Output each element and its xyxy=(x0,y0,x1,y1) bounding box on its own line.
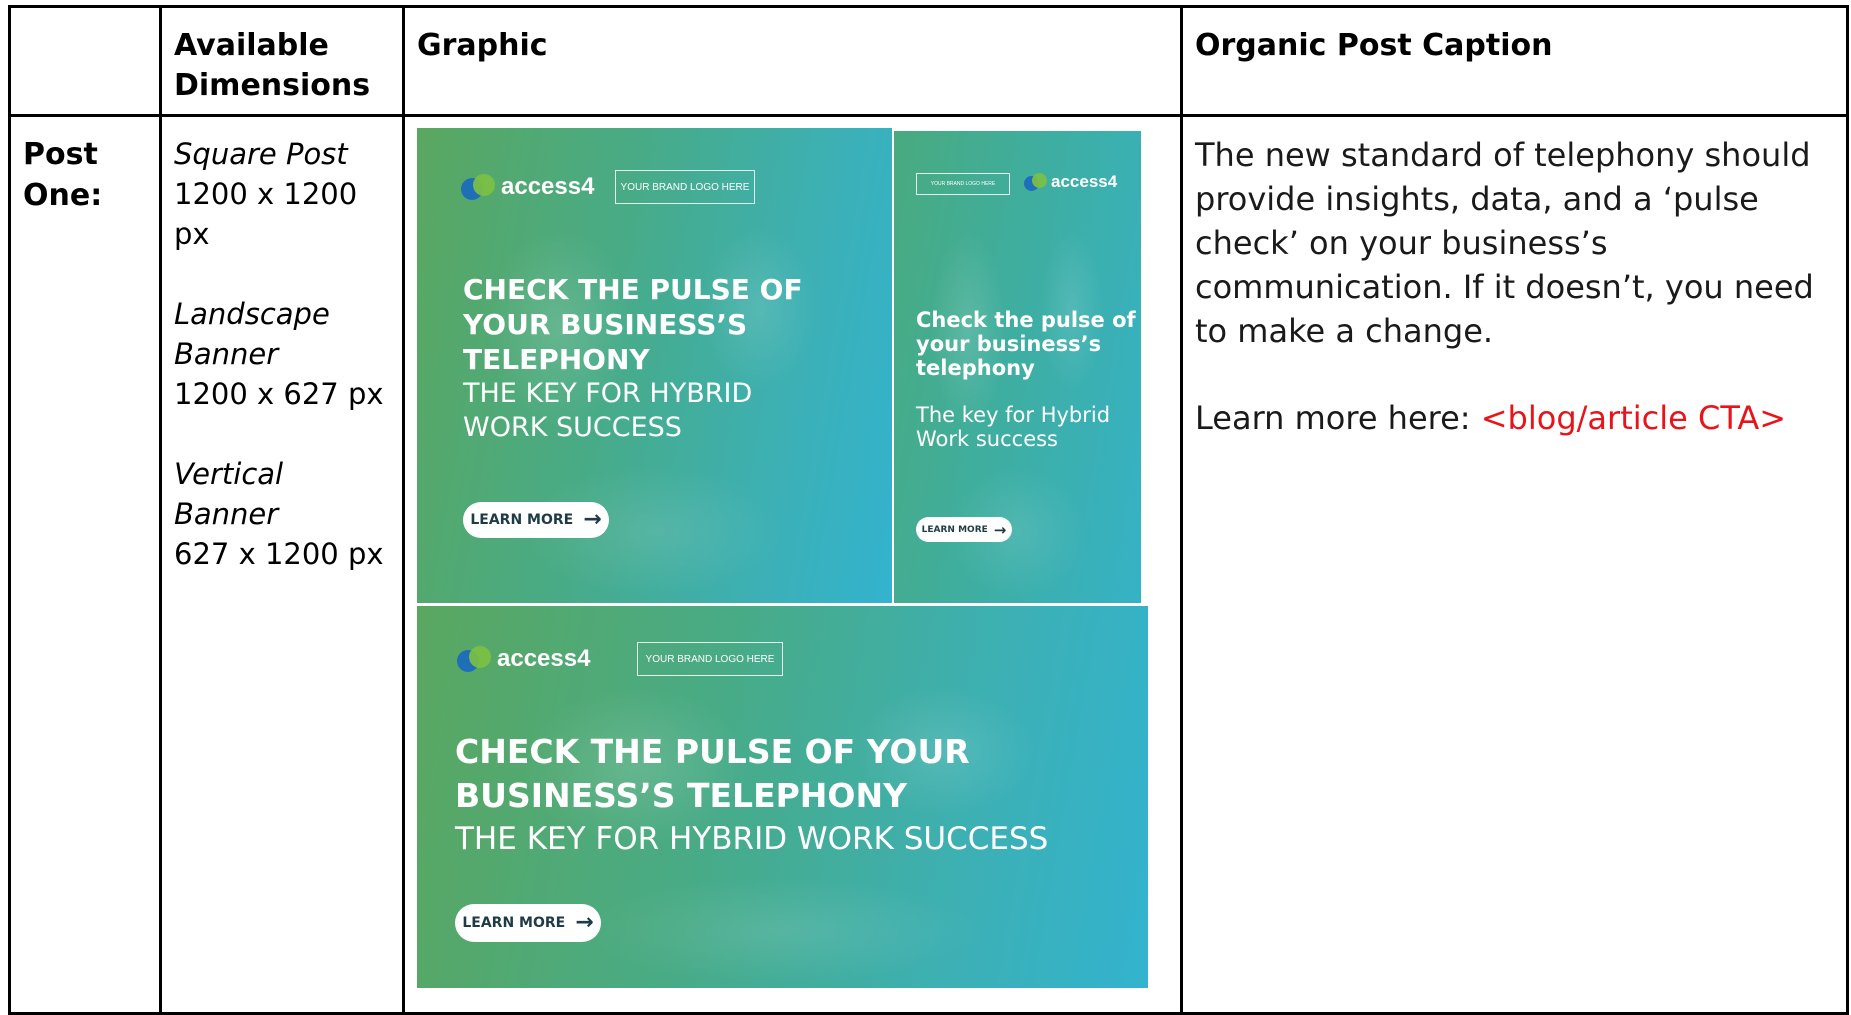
post-table: Available Dimensions Graphic Organic Pos… xyxy=(8,5,1849,1015)
vertical-learn-more-label: LEARN MORE xyxy=(921,524,988,535)
square-post-label: Square Post xyxy=(174,137,348,171)
dimensions-cell: Square Post 1200 x 1200 px Landscape Ban… xyxy=(159,114,405,1015)
square-headline-line1: CHECK THE PULSE OF xyxy=(463,273,803,306)
square-headline: CHECK THE PULSE OF YOUR BUSINESS’S TELEP… xyxy=(463,272,883,377)
caption-cell: The new standard of telephony should pro… xyxy=(1180,114,1849,1015)
learn-more-prefix: Learn more here: xyxy=(1195,399,1481,437)
header-row: Available Dimensions Graphic Organic Pos… xyxy=(8,5,1849,117)
vertical-headline: Check the pulse of your business’s telep… xyxy=(916,308,1136,380)
landscape-logo-text: access4 xyxy=(497,645,591,672)
square-post-graphic: access4 YOUR BRAND LOGO HERE CHECK THE P… xyxy=(417,128,892,603)
vertical-sub-line1: The key for Hybrid xyxy=(916,403,1111,427)
header-caption: Organic Post Caption xyxy=(1180,5,1849,117)
vertical-logo-text: access4 xyxy=(1051,172,1118,191)
vertical-banner-label: Vertical Banner xyxy=(174,457,284,531)
vertical-sub-line2: Work success xyxy=(916,427,1058,451)
row-label-line1: Post xyxy=(23,137,98,172)
graphic-cell: access4 YOUR BRAND LOGO HERE CHECK THE P… xyxy=(402,114,1183,1015)
landscape-subheadline: THE KEY FOR HYBRID WORK SUCCESS xyxy=(455,819,1145,859)
landscape-brand-logo-box: YOUR BRAND LOGO HERE xyxy=(637,642,783,676)
square-headline-line2: YOUR BUSINESS’S xyxy=(463,308,748,341)
header-dimensions: Available Dimensions xyxy=(159,5,405,117)
landscape-access4-logo: access4 xyxy=(457,644,590,674)
row-label-line2: One: xyxy=(23,178,103,213)
square-sub-line2: WORK SUCCESS xyxy=(463,412,682,443)
landscape-headline-line2: BUSINESS’S TELEPHONY xyxy=(455,776,907,815)
vertical-headline-line1: Check the pulse of xyxy=(916,308,1136,332)
square-sub-line1: THE KEY FOR HYBRID xyxy=(463,378,753,409)
row-label-cell: Post One: xyxy=(8,114,162,1015)
arrow-right-icon: → xyxy=(993,520,1007,539)
vertical-banner-graphic: YOUR BRAND LOGO HERE access4 Check the p… xyxy=(894,131,1141,603)
header-dimensions-line1: Available xyxy=(174,28,329,63)
header-empty-cell xyxy=(8,5,162,117)
landscape-learn-more-button[interactable]: LEARN MORE → xyxy=(455,904,601,942)
square-brand-logo-box: YOUR BRAND LOGO HERE xyxy=(615,170,755,204)
arrow-right-icon: → xyxy=(575,910,594,935)
post-one-row: Post One: Square Post 1200 x 1200 px Lan… xyxy=(8,114,1849,1015)
square-learn-more-button[interactable]: LEARN MORE → xyxy=(463,502,609,538)
vertical-headline-line3: telephony xyxy=(916,356,1035,380)
header-dimensions-line2: Dimensions xyxy=(174,68,371,103)
square-logo-text: access4 xyxy=(501,173,595,200)
vertical-headline-line2: your business’s xyxy=(916,332,1102,356)
landscape-size: 1200 x 627 px xyxy=(174,377,384,411)
access4-logo-mark-icon xyxy=(457,646,493,672)
learn-more-line: Learn more here: <blog/article CTA> xyxy=(1195,396,1834,440)
vertical-banner-size: 627 x 1200 px xyxy=(174,537,384,571)
blog-article-cta-link[interactable]: <blog/article CTA> xyxy=(1481,399,1786,437)
arrow-right-icon: → xyxy=(583,507,602,532)
vertical-access4-logo: access4 xyxy=(1024,171,1117,193)
square-post-size: 1200 x 1200 px xyxy=(174,177,358,251)
access4-logo-mark-icon xyxy=(1024,173,1048,191)
access4-logo-mark-icon xyxy=(461,174,497,200)
caption-paragraph: The new standard of telephony should pro… xyxy=(1195,136,1814,350)
landscape-label-line1: Landscape xyxy=(174,297,330,331)
landscape-learn-more-label: LEARN MORE xyxy=(462,915,566,931)
landscape-sub-line1: THE KEY FOR HYBRID WORK SUCCESS xyxy=(455,821,1049,857)
header-graphic: Graphic xyxy=(402,5,1183,117)
square-headline-line3: TELEPHONY xyxy=(463,343,650,376)
landscape-headline: CHECK THE PULSE OF YOUR BUSINESS’S TELEP… xyxy=(455,730,1135,818)
vertical-subheadline: The key for Hybrid Work success xyxy=(916,403,1136,451)
vertical-brand-logo-box: YOUR BRAND LOGO HERE xyxy=(916,173,1010,195)
square-access4-logo: access4 xyxy=(461,172,594,202)
landscape-banner-graphic: access4 YOUR BRAND LOGO HERE CHECK THE P… xyxy=(417,606,1148,988)
square-subheadline: THE KEY FOR HYBRID WORK SUCCESS xyxy=(463,377,883,445)
landscape-headline-line1: CHECK THE PULSE OF YOUR xyxy=(455,732,970,771)
square-learn-more-label: LEARN MORE xyxy=(470,512,574,528)
vertical-learn-more-button[interactable]: LEARN MORE → xyxy=(916,517,1012,542)
landscape-label-line2: Banner xyxy=(174,337,279,371)
